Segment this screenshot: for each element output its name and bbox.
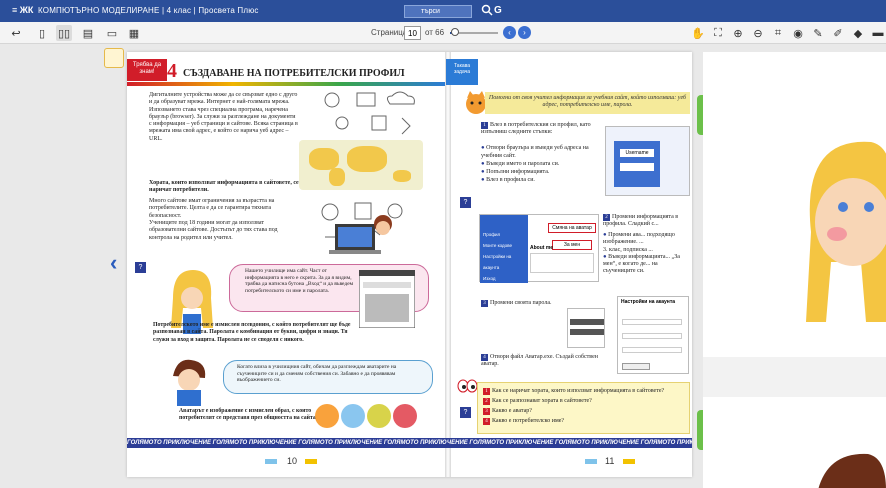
boy-character-illustration <box>173 359 206 406</box>
about-me-callout: За мен <box>552 240 592 250</box>
school-paragraph: Учениците под 18 години могат да използв… <box>149 220 278 241</box>
next-page-button[interactable]: › <box>518 26 531 39</box>
search-icon[interactable] <box>481 4 493 16</box>
notes-icon[interactable]: ▬ <box>870 25 886 41</box>
about-me-label: About me <box>530 245 554 251</box>
profile-menu-item: Изход <box>483 276 496 281</box>
step-2-item: ● Промени ава... подходящо изображение. … <box>603 232 675 246</box>
step-1-item: ● Въведи името и паролата си. <box>481 161 560 167</box>
zoom-in-icon[interactable]: ⊕ <box>730 25 746 41</box>
step-1-item: ● Отвори браузъра и въведи уеб адреса на… <box>481 145 589 159</box>
thumbnails-icon[interactable]: ▦ <box>126 25 142 41</box>
app-logo[interactable]: ≡ ЖК <box>12 5 33 15</box>
crop-icon[interactable]: ⌗ <box>770 25 786 41</box>
step-4-text: 4 Отвори файл Аватар.exe. Създай собствен… <box>481 354 598 368</box>
password-menu-screenshot <box>567 308 605 348</box>
quiz-question: 4 Какво е потребителско име? <box>483 416 688 426</box>
step-2-item: ● Въведи информацията... „За мен“, е ког… <box>603 253 680 275</box>
login-screenshot: Username <box>605 126 690 196</box>
previous-spread-arrow[interactable]: ‹ <box>110 250 117 276</box>
step-1-item: ● Попълни информацията. <box>481 169 550 175</box>
pen-icon[interactable]: ✎ <box>810 25 826 41</box>
users-definition: Хората, които използват информацията в с… <box>149 180 299 194</box>
page-label: Страница <box>371 28 408 37</box>
age-paragraph: Много сайтове имат ограничения за възрас… <box>149 198 275 219</box>
zoom-out-icon[interactable]: ⊖ <box>750 25 766 41</box>
left-page-number: 10 <box>287 456 298 466</box>
highlighter-icon[interactable]: ✐ <box>830 25 846 41</box>
account-settings-title: Настройки на акаунта <box>621 299 676 305</box>
class-note: 3. клас, подписка ... <box>603 246 653 253</box>
question-icon[interactable]: ? <box>460 197 471 208</box>
quiz-question: 1 Как се наричат хората, които използват … <box>483 386 688 396</box>
page-marker <box>585 459 597 464</box>
username-definition: Потребителското име е измислен псевдоним… <box>153 322 351 343</box>
zoom-slider-handle[interactable] <box>450 28 459 36</box>
task-banner: Помогни от своя учител информация за уче… <box>485 92 690 114</box>
next-page-preview[interactable] <box>703 52 886 488</box>
lesson-tag: Трябва да знам! <box>127 59 167 81</box>
back-icon[interactable]: ↩ <box>8 25 24 41</box>
page-marker <box>623 459 635 464</box>
eye-icon[interactable]: ◉ <box>790 25 806 41</box>
avatars-illustration <box>315 404 417 428</box>
world-map-illustration <box>299 140 423 190</box>
intro-paragraph: Дигиталните устройства може да се свързв… <box>149 92 298 142</box>
profile-screenshot: Профил Моите кодове Настройки на акаунта… <box>479 214 599 283</box>
quiz-question: 3 Какво е аватар? <box>483 406 688 416</box>
step-1-list: ● Отвори браузъра и въведи уеб адреса на… <box>481 144 601 184</box>
single-page-icon[interactable]: ▯ <box>34 25 50 41</box>
task-tag: Такава задача <box>446 59 478 85</box>
quiz-eyes-icon <box>457 379 477 393</box>
internet-icons-illustration <box>324 91 415 135</box>
profile-menu-item: Профил <box>483 232 501 237</box>
footer-banner: ГОЛЯМОТО ПРИКЛЮЧЕНИЕ ГОЛЯМОТО ПРИКЛЮЧЕНИ… <box>127 438 692 448</box>
search-input[interactable] <box>404 5 472 18</box>
account-settings-screenshot: Настройки на акаунта <box>617 296 689 374</box>
step-2-text: 2 Промени информацията в профила. Сладкий… <box>603 214 679 228</box>
title-underline <box>127 82 445 86</box>
google-icon[interactable]: G <box>494 5 502 16</box>
double-page-icon[interactable]: ▯▯ <box>56 25 72 41</box>
fit-width-icon[interactable]: ▭ <box>104 25 120 41</box>
toolbar: ↩ ▯ ▯▯ ▤ ▭ ▦ Страница от 66 ‹ › ✋ ⛶ ⊕ ⊖ … <box>0 22 886 44</box>
login-window-illustration <box>359 270 415 328</box>
laptop-boy-illustration <box>329 215 392 254</box>
avatar-definition: Аватарът е изображение с измислен образ,… <box>179 408 318 422</box>
question-icon[interactable]: ? <box>135 262 146 273</box>
spread-view-icon[interactable]: ▤ <box>80 25 96 41</box>
prev-page-button[interactable]: ‹ <box>503 26 516 39</box>
bubble-1-text: Нашето училище има сайт. Част от информа… <box>245 268 354 294</box>
profile-menu-item: Настройки на акаунта <box>483 254 512 270</box>
right-page-number: 11 <box>605 456 615 466</box>
step-2-list: ● Промени ава... подходящо изображение. … <box>603 232 689 276</box>
bookmark-icon[interactable] <box>104 48 124 68</box>
page-total: от 66 <box>425 28 445 37</box>
title-bar: ≡ ЖК КОМПЮТЪРНО МОДЕЛИРАНЕ | 4 клас | Пр… <box>0 0 886 22</box>
girl-closeup-illustration <box>806 141 886 322</box>
bubble-2-text: Когато влиза в училищния сайт, обичам да… <box>237 364 397 383</box>
username-field: Username <box>620 149 654 157</box>
change-avatar-callout: Смяна на аватар <box>548 223 596 233</box>
step-1-text: 1 Влез в потребителския си профил, като и… <box>481 122 591 136</box>
page-marker <box>305 459 317 464</box>
question-icon[interactable]: ? <box>460 407 471 418</box>
eraser-icon[interactable]: ◆ <box>850 25 866 41</box>
profile-menu-item: Моите кодове <box>483 243 512 248</box>
boy-hair-illustration <box>818 453 886 488</box>
app-title: КОМПЮТЪРНО МОДЕЛИРАНЕ | 4 клас | Просвет… <box>38 6 259 15</box>
lesson-title: СЪЗДАВАНЕ НА ПОТРЕБИТЕЛСКИ ПРОФИЛ <box>183 68 405 79</box>
profile-menu: Профил Моите кодове Настройки на акаунта… <box>480 215 528 283</box>
book-spine <box>445 52 451 477</box>
book-spread: Трябва да знам! 4 СЪЗДАВАНЕ НА ПОТРЕБИТЕ… <box>127 52 692 477</box>
lesson-number: 4 <box>167 60 177 82</box>
quiz-questions: 1 Как се наричат хората, които използват … <box>483 386 688 426</box>
hand-tool-icon[interactable]: ✋ <box>690 25 706 41</box>
page-number-input[interactable] <box>404 26 421 40</box>
fullscreen-icon[interactable]: ⛶ <box>710 25 726 41</box>
step-1-item: ● Влез в профила си. <box>481 177 535 183</box>
step-3-text: 3 Промени своята парола. <box>481 300 591 307</box>
quiz-question: 2 Как се разпознават хората в сайтовете? <box>483 396 688 406</box>
page-marker <box>265 459 277 464</box>
